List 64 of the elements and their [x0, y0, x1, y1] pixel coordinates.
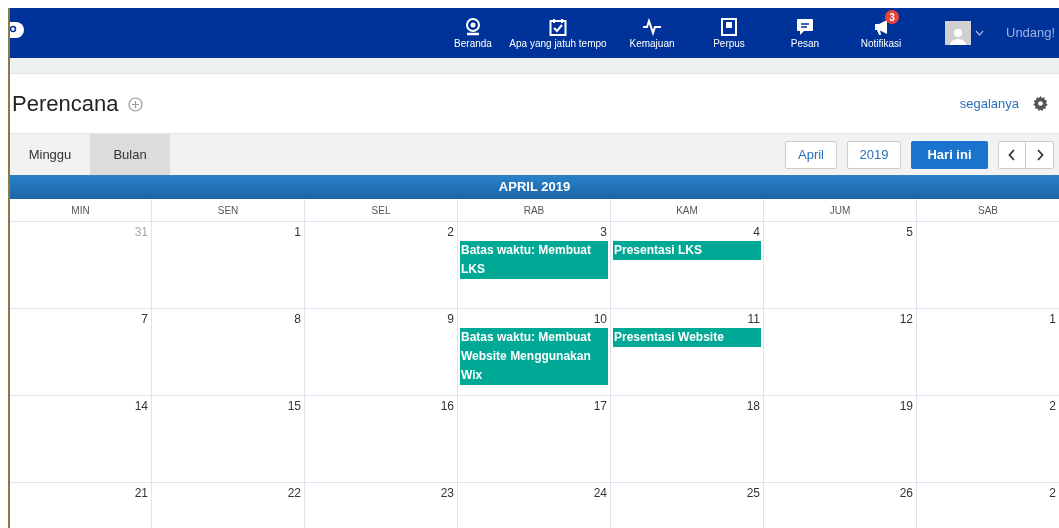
invite-link[interactable]: Undang! [1006, 23, 1056, 43]
notification-badge: 3 [885, 10, 899, 24]
day-number: 3 [600, 224, 607, 240]
nav-item[interactable]: Pesan [771, 8, 839, 58]
nav-item[interactable]: Kemajuan [617, 8, 687, 58]
calendar-event[interactable]: Batas waktu: Membuat LKS [460, 241, 608, 279]
day-number: 24 [593, 485, 607, 501]
day-number: 18 [746, 398, 760, 414]
add-icon[interactable] [128, 97, 144, 112]
day-number: 2 [1049, 398, 1056, 414]
calendar-event[interactable]: Batas waktu: Membuat Website Menggunakan Wix [460, 328, 608, 385]
month-title: APRIL 2019 [10, 175, 1059, 199]
day-number: 16 [440, 398, 454, 414]
year-button[interactable]: 2019 [847, 140, 901, 169]
day-number: 1 [1049, 311, 1056, 327]
settings-icon[interactable] [1033, 96, 1048, 111]
pulse-icon [642, 17, 662, 36]
day-number: 14 [134, 398, 148, 414]
day-number: 2 [447, 224, 454, 240]
view-tab[interactable]: Bulan [90, 134, 170, 175]
day-number: 22 [287, 485, 301, 501]
chevron-right-icon [1035, 148, 1044, 161]
weekday-header: KAM [610, 199, 763, 221]
nav-item[interactable]: Perpus [687, 8, 771, 58]
nav-item[interactable]: Apa yang jatuh tempo [499, 8, 617, 58]
day-number: 23 [440, 485, 454, 501]
day-number: 25 [746, 485, 760, 501]
calendar-event[interactable]: Presentasi Website [613, 328, 761, 347]
weekday-header: SEL [304, 199, 457, 221]
calendar-check-icon [549, 17, 567, 36]
day-number: 10 [593, 311, 607, 327]
day-number: 12 [899, 311, 913, 327]
day-number: 15 [287, 398, 301, 414]
day-number: 11 [747, 311, 760, 327]
weekday-header: JUM [763, 199, 916, 221]
weekday-header: SEN [151, 199, 304, 221]
day-number: 1 [294, 224, 301, 240]
book-icon [721, 17, 737, 36]
calendar-event[interactable]: Presentasi LKS [613, 241, 761, 260]
month-button[interactable]: April [785, 140, 837, 169]
today-button[interactable]: Hari ini [911, 140, 988, 169]
weekday-header: RAB [457, 199, 610, 221]
weekday-header: MIN [70, 203, 91, 218]
weekday-header: SAB [916, 199, 1059, 221]
page-title: Perencana [12, 90, 119, 118]
nav-item[interactable]: Notifikasi 3 [839, 8, 923, 58]
filter-link[interactable]: segalanya [959, 93, 1019, 114]
globe-icon [464, 17, 482, 36]
day-number: 7 [141, 311, 148, 327]
day-number: 21 [134, 485, 148, 501]
chevron-left-icon [1008, 148, 1016, 161]
chat-icon [796, 17, 814, 36]
day-number: 2 [1049, 485, 1056, 501]
day-number: 5 [906, 224, 913, 240]
day-number: 17 [593, 398, 607, 414]
day-number: 9 [447, 311, 454, 327]
day-number: 31 [134, 224, 148, 240]
nav-item[interactable]: Beranda [447, 8, 499, 58]
day-number: 26 [899, 485, 913, 501]
view-tab[interactable]: Minggu [10, 134, 90, 175]
day-number: 19 [899, 398, 913, 414]
day-number: 8 [294, 311, 301, 327]
day-number: 4 [753, 224, 760, 240]
caret-icon[interactable] [975, 30, 984, 36]
